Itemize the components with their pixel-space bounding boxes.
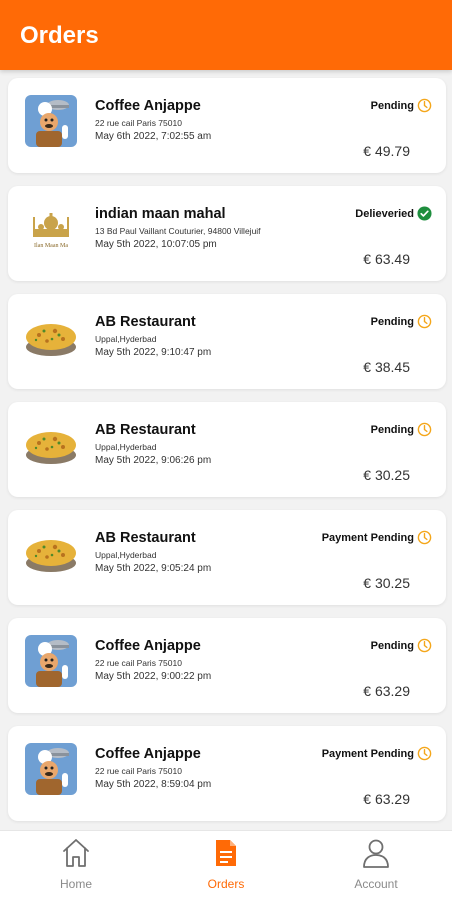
- status-label: Pending: [370, 639, 414, 652]
- tab-label: Account: [354, 877, 398, 891]
- biryani-photo: [25, 311, 77, 363]
- status-label: Payment Pending: [321, 531, 414, 544]
- restaurant-address: Uppal,Hyderbad: [95, 442, 157, 452]
- restaurant-name: Coffee Anjappe: [95, 638, 201, 654]
- clock-icon: [417, 422, 432, 437]
- logo-text: Ilan Maan Ma: [34, 243, 68, 249]
- restaurant-address: 22 rue cail Paris 75010: [95, 658, 182, 668]
- taj-mahal-logo: Ilan Maan Ma: [25, 203, 77, 255]
- order-date: May 6th 2022, 7:02:55 am: [95, 131, 212, 142]
- restaurant-name: indian maan mahal: [95, 206, 226, 222]
- status-label: Payment Pending: [321, 747, 414, 760]
- page-title: Orders: [20, 22, 99, 49]
- clock-icon: [417, 746, 432, 761]
- order-card[interactable]: Coffee Anjappe 22 rue cail Paris 75010 M…: [8, 726, 446, 821]
- status-badge: Payment Pending: [322, 746, 432, 761]
- tab-home[interactable]: Home: [1, 831, 151, 900]
- restaurant-name: AB Restaurant: [95, 314, 196, 330]
- status-badge: Pending: [371, 98, 432, 113]
- chef-icon: [25, 743, 77, 795]
- chef-icon: [25, 95, 77, 147]
- clock-icon: [417, 98, 432, 113]
- tab-account[interactable]: Account: [301, 831, 451, 900]
- check-circle-icon: [417, 206, 432, 221]
- order-price: € 63.49: [363, 251, 410, 267]
- order-card[interactable]: AB Restaurant Uppal,Hyderbad May 5th 202…: [8, 294, 446, 389]
- status-label: Delieveried: [355, 207, 414, 220]
- order-price: € 30.25: [363, 467, 410, 483]
- restaurant-address: 22 rue cail Paris 75010: [95, 118, 182, 128]
- clock-icon: [417, 314, 432, 329]
- app-header: Orders: [0, 0, 452, 70]
- order-date: May 5th 2022, 9:05:24 pm: [95, 563, 212, 574]
- chef-icon: [25, 635, 77, 687]
- status-badge: Pending: [371, 422, 432, 437]
- tab-orders[interactable]: Orders: [151, 831, 301, 900]
- order-price: € 63.29: [363, 791, 410, 807]
- status-badge: Payment Pending: [322, 530, 432, 545]
- status-label: Pending: [370, 423, 414, 436]
- orders-list[interactable]: Coffee Anjappe 22 rue cail Paris 75010 M…: [0, 70, 452, 830]
- order-price: € 49.79: [363, 143, 410, 159]
- status-label: Pending: [370, 99, 414, 112]
- status-badge: Pending: [371, 638, 432, 653]
- restaurant-name: AB Restaurant: [95, 530, 196, 546]
- biryani-photo: [25, 419, 77, 471]
- tab-label: Orders: [207, 877, 245, 891]
- restaurant-name: AB Restaurant: [95, 422, 196, 438]
- clock-icon: [417, 638, 432, 653]
- tab-label: Home: [59, 877, 92, 891]
- status-badge: Pending: [371, 314, 432, 329]
- bottom-tab-bar: Home Orders Account: [0, 830, 452, 900]
- order-card[interactable]: Coffee Anjappe 22 rue cail Paris 75010 M…: [8, 618, 446, 713]
- order-date: May 5th 2022, 8:59:04 pm: [95, 779, 212, 790]
- restaurant-address: 22 rue cail Paris 75010: [95, 766, 182, 776]
- orders-icon: [211, 837, 241, 869]
- biryani-photo: [25, 527, 77, 579]
- order-date: May 5th 2022, 10:07:05 pm: [95, 239, 217, 250]
- restaurant-address: 13 Bd Paul Vaillant Couturier, 94800 Vil…: [95, 226, 261, 236]
- order-price: € 30.25: [363, 575, 410, 591]
- restaurant-name: Coffee Anjappe: [95, 746, 201, 762]
- order-card[interactable]: AB Restaurant Uppal,Hyderbad May 5th 202…: [8, 402, 446, 497]
- order-date: May 5th 2022, 9:10:47 pm: [95, 347, 212, 358]
- order-price: € 63.29: [363, 683, 410, 699]
- account-icon: [361, 837, 391, 869]
- restaurant-address: Uppal,Hyderbad: [95, 550, 157, 560]
- status-label: Pending: [370, 315, 414, 328]
- order-card[interactable]: Coffee Anjappe 22 rue cail Paris 75010 M…: [8, 78, 446, 173]
- status-badge: Delieveried: [355, 206, 432, 221]
- restaurant-address: Uppal,Hyderbad: [95, 334, 157, 344]
- restaurant-name: Coffee Anjappe: [95, 98, 201, 114]
- order-card[interactable]: Ilan Maan Ma indian maan mahal 13 Bd Pau…: [8, 186, 446, 281]
- order-date: May 5th 2022, 9:06:26 pm: [95, 455, 212, 466]
- order-price: € 38.45: [363, 359, 410, 375]
- home-icon: [61, 837, 91, 869]
- clock-icon: [417, 530, 432, 545]
- order-card[interactable]: AB Restaurant Uppal,Hyderbad May 5th 202…: [8, 510, 446, 605]
- order-date: May 5th 2022, 9:00:22 pm: [95, 671, 212, 682]
